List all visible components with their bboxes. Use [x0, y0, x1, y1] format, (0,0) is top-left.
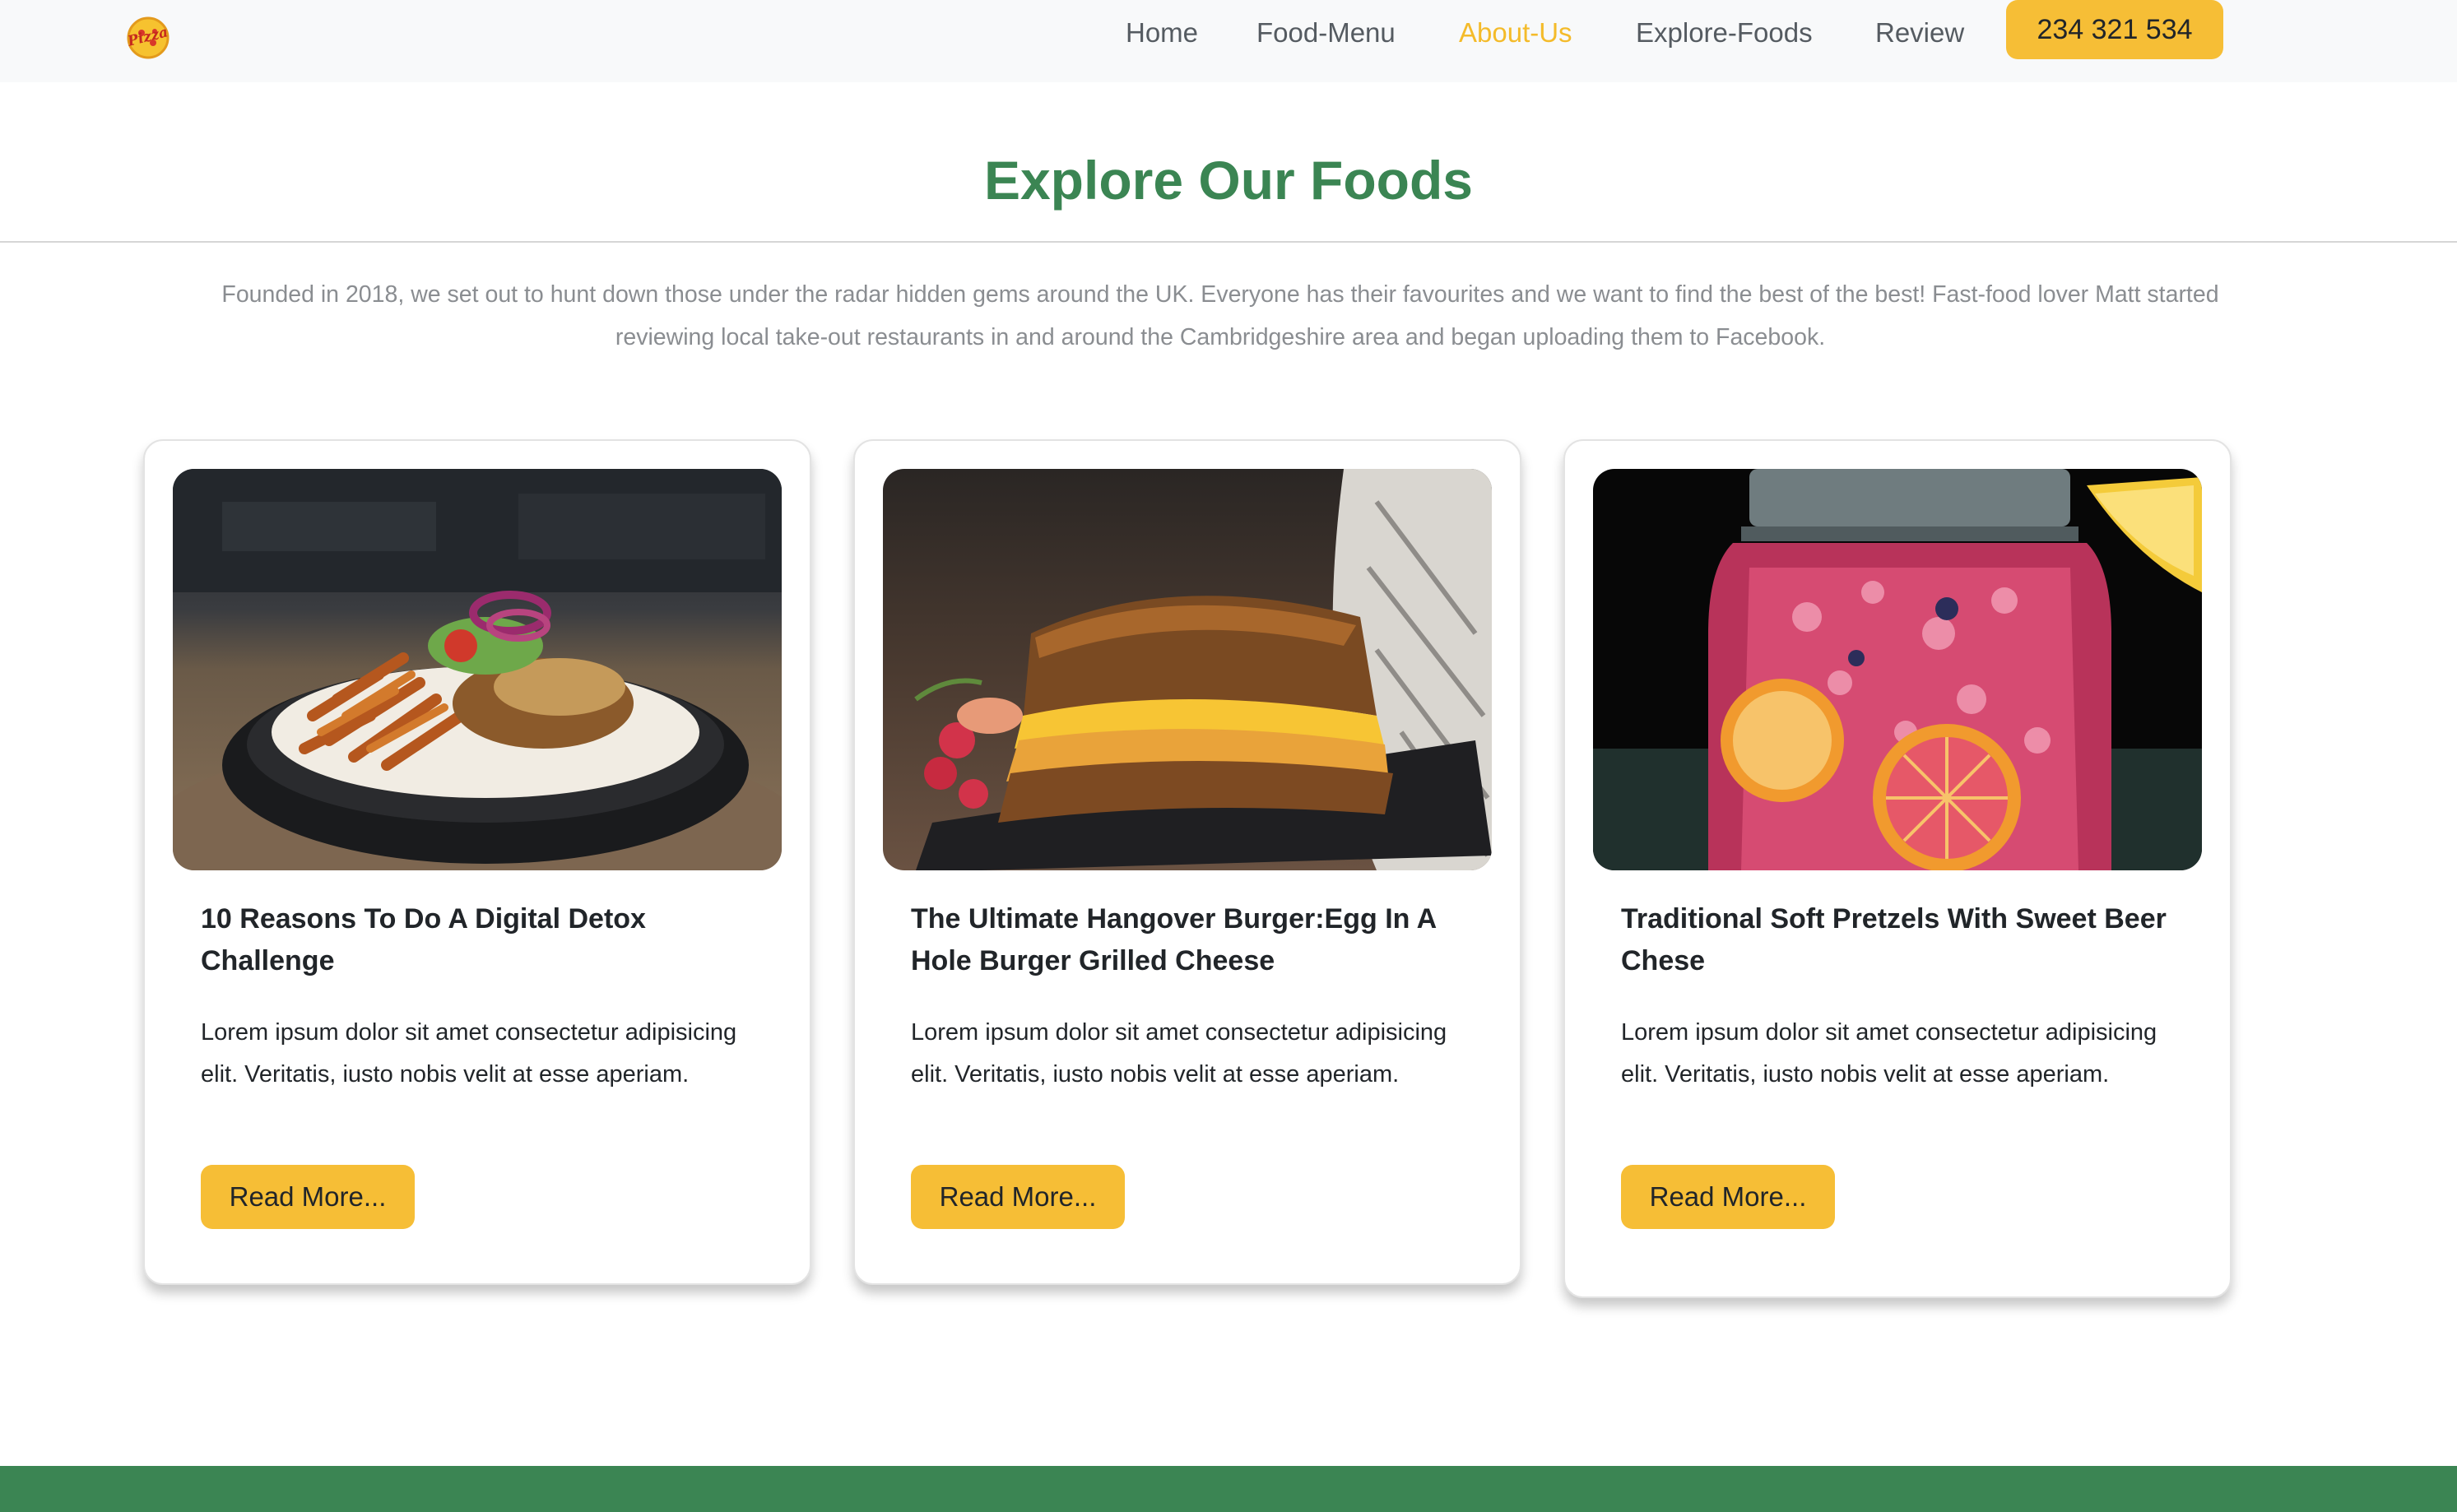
nav-food-menu[interactable]: Food-Menu [1256, 15, 1396, 51]
food-card-3: Traditional Soft Pretzels With Sweet Bee… [1563, 439, 2232, 1298]
card-image-grilled-cheese [883, 469, 1492, 870]
card-image-fries-basket [173, 469, 782, 870]
card-title: 10 Reasons To Do A Digital Detox Challen… [201, 903, 646, 976]
intro-paragraph: Founded in 2018, we set out to hunt down… [221, 281, 2219, 350]
nav-home[interactable]: Home [1126, 15, 1198, 51]
read-more-button[interactable]: Read More... [1621, 1165, 1835, 1229]
card-text: Lorem ipsum dolor sit amet consectetur a… [911, 1019, 1447, 1088]
nav-review[interactable]: Review [1875, 15, 1964, 51]
nav-explore-foods[interactable]: Explore-Foods [1636, 15, 1813, 51]
card-title: The Ultimate Hangover Burger:Egg In A Ho… [911, 903, 1436, 976]
read-more-button[interactable]: Read More... [911, 1165, 1125, 1229]
food-card-1: 10 Reasons To Do A Digital Detox Challen… [143, 439, 811, 1285]
card-text: Lorem ipsum dolor sit amet consectetur a… [1621, 1019, 2157, 1088]
card-image-pink-lemonade [1593, 469, 2202, 870]
card-text: Lorem ipsum dolor sit amet consectetur a… [201, 1019, 737, 1088]
divider [0, 241, 2457, 243]
card-title: Traditional Soft Pretzels With Sweet Bee… [1621, 903, 2167, 976]
section-title: Explore Our Foods [983, 150, 1474, 211]
nav-about-us[interactable]: About-Us [1459, 15, 1572, 51]
read-more-button[interactable]: Read More... [201, 1165, 415, 1229]
footer [0, 1466, 2457, 1512]
food-card-2: The Ultimate Hangover Burger:Egg In A Ho… [853, 439, 1521, 1285]
navbar: Pizza Home Food-Menu About-Us Explore-Fo… [0, 0, 2457, 82]
phone-button[interactable]: 234 321 534 [2006, 0, 2223, 59]
